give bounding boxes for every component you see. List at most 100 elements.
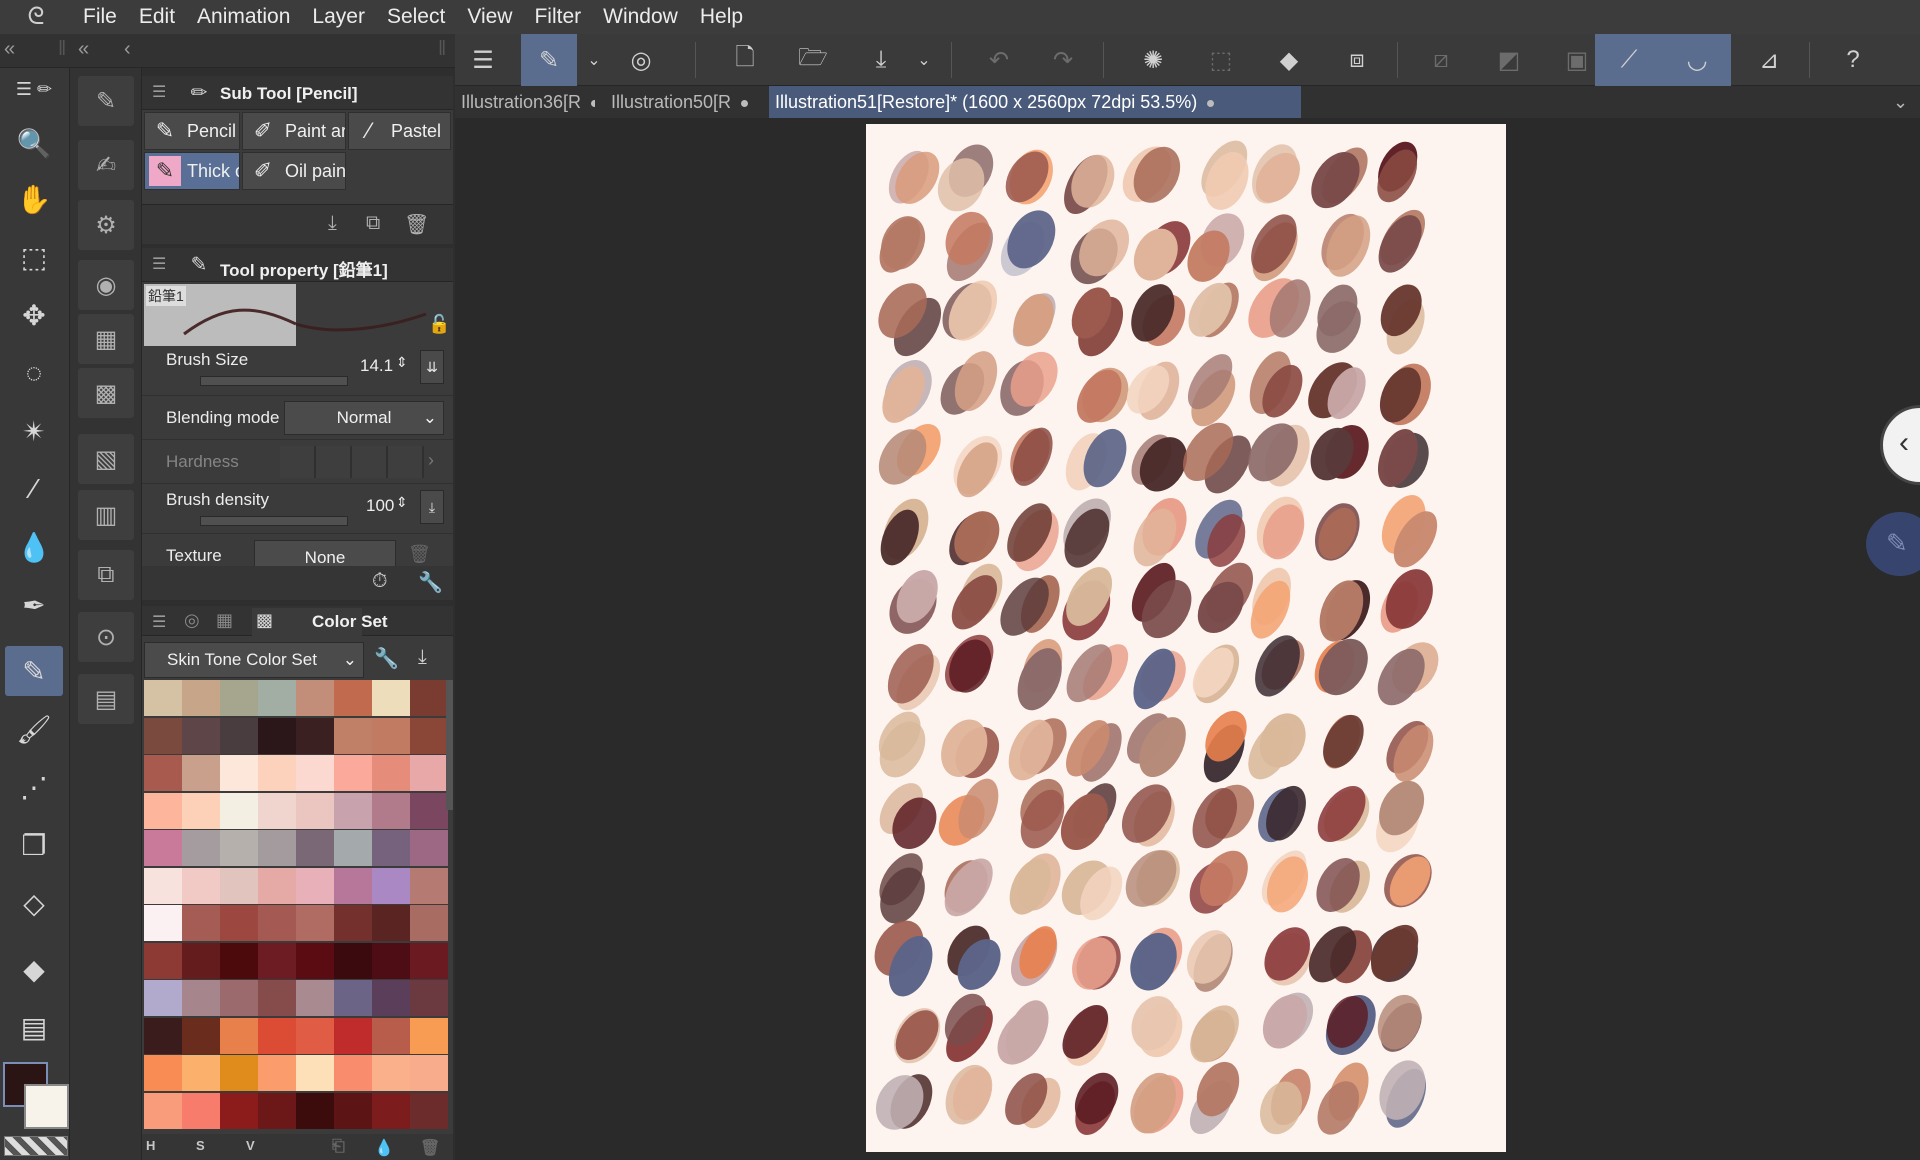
color-swatch[interactable] xyxy=(334,792,372,829)
color-swatch[interactable] xyxy=(410,1017,448,1054)
wrench-icon[interactable]: 🔧 xyxy=(418,570,443,595)
color-swatch[interactable] xyxy=(144,905,182,941)
brush-size-slider[interactable] xyxy=(200,376,348,386)
color-swatch[interactable] xyxy=(258,792,296,829)
subtool-oil-paint[interactable]: ✐ Oil pain xyxy=(242,152,346,190)
color-swatch[interactable] xyxy=(334,717,372,754)
color-swatch[interactable] xyxy=(296,755,334,791)
lock-icon[interactable]: 🔓 xyxy=(428,314,450,335)
color-swatch[interactable] xyxy=(296,867,334,904)
color-swatch[interactable] xyxy=(334,1017,372,1054)
color-swatch[interactable] xyxy=(182,717,220,754)
panel-menu-icon[interactable]: ☰ xyxy=(152,612,166,632)
subtool-thick-pencil[interactable]: ✎ Thick o xyxy=(144,152,240,190)
color-swatch[interactable] xyxy=(182,1092,220,1129)
color-swatch[interactable] xyxy=(144,980,182,1016)
color-swatch[interactable] xyxy=(372,980,410,1016)
delete-subtool-icon[interactable]: 🗑 xyxy=(404,212,429,237)
color-swatch[interactable] xyxy=(220,830,258,866)
new-file-icon[interactable]: 🗋 xyxy=(717,34,773,86)
sub-color-swatch[interactable] xyxy=(24,1084,69,1129)
add-color-icon[interactable]: ⎗ xyxy=(332,1138,345,1156)
brush-size-stepper-icon[interactable]: ⇕ xyxy=(396,354,408,371)
color-swatch[interactable] xyxy=(258,717,296,754)
layer-search-palette-icon[interactable]: ▥ xyxy=(78,490,134,540)
color-swatch[interactable] xyxy=(372,1092,410,1129)
color-swatch[interactable] xyxy=(144,1055,182,1091)
color-swatch[interactable] xyxy=(182,867,220,904)
color-swatch[interactable] xyxy=(296,717,334,754)
subtool-pencil[interactable]: ✎ Pencil xyxy=(144,112,240,150)
color-swatch[interactable] xyxy=(410,980,448,1016)
color-swatch[interactable] xyxy=(372,867,410,904)
panel-menu-icon[interactable]: ☰ xyxy=(152,82,166,102)
color-swatch[interactable] xyxy=(296,1055,334,1091)
animation-palette-icon[interactable]: ▦ xyxy=(78,314,134,364)
tool-property-palette-icon[interactable]: ✍ xyxy=(78,140,134,190)
canvas-paper[interactable] xyxy=(866,124,1506,1152)
gradient-tool-icon[interactable]: ▤ xyxy=(5,1002,63,1052)
menu-file[interactable]: File xyxy=(72,0,128,34)
color-swatch[interactable] xyxy=(182,680,220,716)
brush-size-options-icon[interactable]: ⇊ xyxy=(420,350,444,384)
color-swatch[interactable] xyxy=(296,905,334,941)
spiral-icon[interactable]: ◎ xyxy=(613,34,669,86)
chevron-left-icon[interactable]: ‹ xyxy=(124,38,131,61)
color-swatch[interactable] xyxy=(372,755,410,791)
tab-illustration50[interactable]: Illustration50[R xyxy=(605,86,765,118)
tab-close-dot-icon[interactable] xyxy=(1207,99,1215,107)
color-swatch[interactable] xyxy=(372,942,410,979)
sub-tool-pencil-icon[interactable]: ✎ xyxy=(521,34,577,86)
app-logo-icon[interactable]: ᘓ xyxy=(0,0,72,34)
brush-density-slider[interactable] xyxy=(200,516,348,526)
hand-tool-icon[interactable]: ✋ xyxy=(5,174,63,224)
value-mode-label[interactable]: V xyxy=(246,1138,255,1153)
tool-palette-menu-icon[interactable]: ☰ ✏ xyxy=(5,68,63,110)
save-options-chevron-icon[interactable]: ⌄ xyxy=(907,34,941,86)
color-swatch[interactable] xyxy=(410,755,448,791)
magic-wand-icon[interactable]: ✴ xyxy=(5,406,63,456)
invert-selection-icon[interactable]: ◩ xyxy=(1481,34,1537,86)
swatch-scrollbar[interactable] xyxy=(446,680,453,810)
color-swatch[interactable] xyxy=(220,680,258,716)
pencil-tab-icon[interactable]: ✏ xyxy=(182,80,216,108)
color-swatch[interactable] xyxy=(220,717,258,754)
open-folder-icon[interactable]: 🗁 xyxy=(785,34,841,86)
blend-tool-icon[interactable]: 💧 xyxy=(5,522,63,572)
clear-selection-icon[interactable]: ⧄ xyxy=(1413,34,1469,86)
color-swatch[interactable] xyxy=(372,905,410,941)
color-swatch[interactable] xyxy=(372,680,410,716)
airbrush-tool-icon[interactable]: ⋰ xyxy=(5,762,63,812)
color-swatch[interactable] xyxy=(410,717,448,754)
color-swatch[interactable] xyxy=(410,680,448,716)
color-swatch[interactable] xyxy=(296,980,334,1016)
color-swatch[interactable] xyxy=(334,867,372,904)
color-swatch[interactable] xyxy=(334,755,372,791)
color-swatch[interactable] xyxy=(334,1092,372,1129)
brush-density-stepper-icon[interactable]: ⇕ xyxy=(396,494,408,511)
menu-filter[interactable]: Filter xyxy=(523,0,592,34)
menu-help[interactable]: Help xyxy=(689,0,754,34)
wrench-icon[interactable]: 🔧 xyxy=(374,646,399,671)
color-swatch[interactable] xyxy=(144,830,182,866)
layer-palette-icon[interactable]: ⧉ xyxy=(78,550,134,600)
color-swatch[interactable] xyxy=(334,942,372,979)
color-swatch[interactable] xyxy=(258,680,296,716)
loading-spinner-icon[interactable]: ✺ xyxy=(1125,34,1181,86)
transparent-color-swatch[interactable] xyxy=(4,1136,68,1156)
color-swatch[interactable] xyxy=(410,942,448,979)
redo-icon[interactable]: ↷ xyxy=(1035,34,1091,86)
move-tool-icon[interactable]: ✥ xyxy=(5,290,63,340)
fill-icon[interactable]: ◆ xyxy=(1261,34,1317,86)
color-swatch[interactable] xyxy=(220,755,258,791)
pencil-tool-icon[interactable]: ✎ xyxy=(5,646,63,696)
subtool-paint-and-ink[interactable]: ✐ Paint ar xyxy=(242,112,346,150)
color-swatch[interactable] xyxy=(220,905,258,941)
menu-window[interactable]: Window xyxy=(592,0,689,34)
eraser-tool-icon[interactable]: ◇ xyxy=(5,878,63,928)
color-swatch[interactable] xyxy=(144,942,182,979)
menu-view[interactable]: View xyxy=(456,0,523,34)
collapse-left-icon[interactable]: « xyxy=(4,38,15,61)
brush-tool-icon[interactable]: 🖌 xyxy=(5,704,63,754)
color-swatch[interactable] xyxy=(410,830,448,866)
